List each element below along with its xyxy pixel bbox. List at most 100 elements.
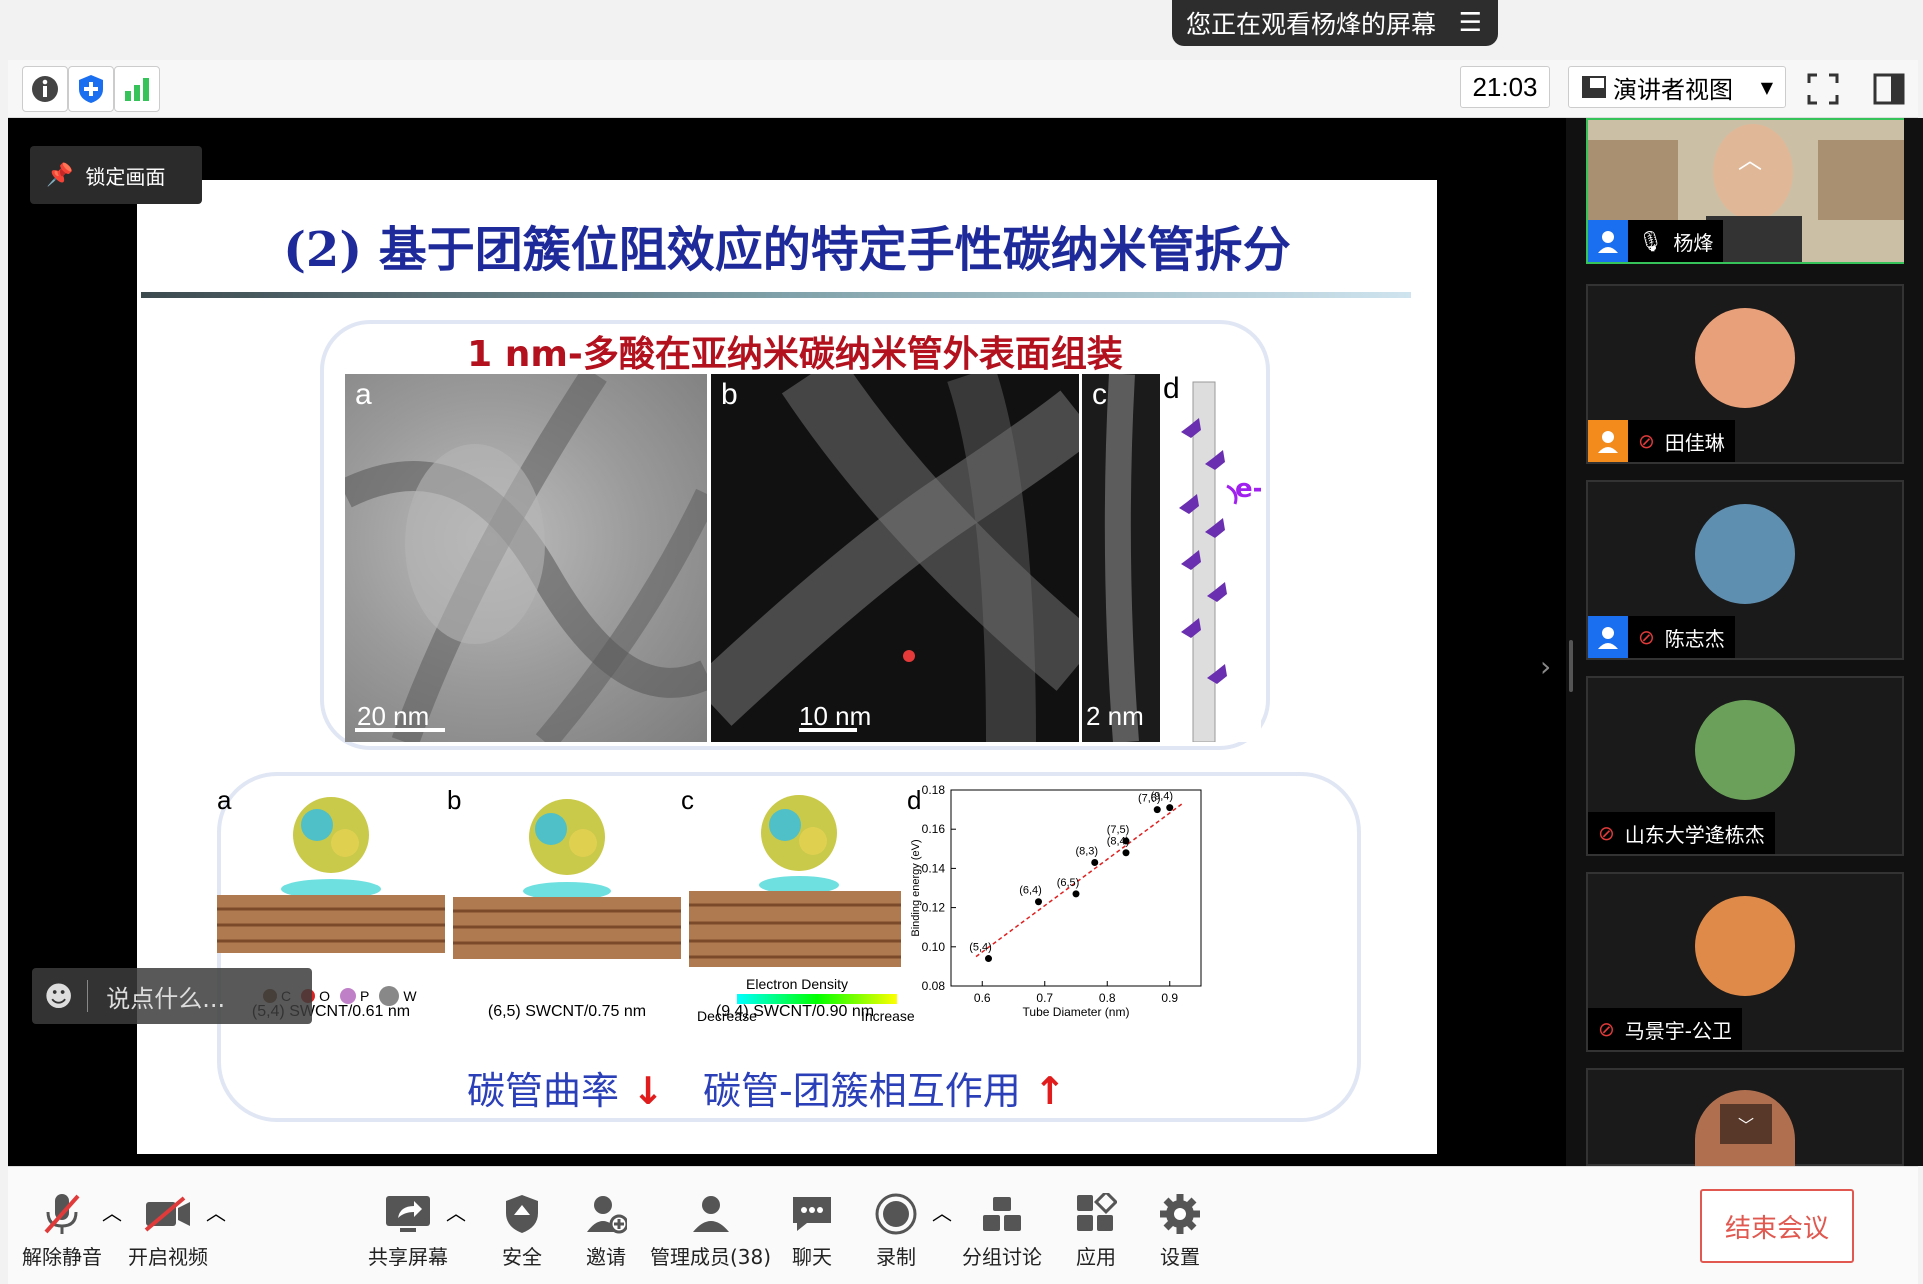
data-point-label: (8,4): [1107, 836, 1130, 848]
presentation-slide: (2) 基于团簇位阻效应的特定手性碳纳米管拆分 1 nm-多酸在亚纳米碳纳米管外…: [137, 180, 1437, 1154]
comment-input[interactable]: 说点什么...: [106, 979, 225, 1014]
microphone-icon: 🎙: [1638, 229, 1664, 253]
participant-card[interactable]: ⊘ 陈志杰: [1586, 480, 1904, 660]
tem-image-c: c 2 nm: [1082, 374, 1160, 742]
structure-caption: (6,5) SWCNT/0.75 nm: [487, 1003, 647, 1020]
participant-name-tag: ⊘ 田佳琳: [1588, 420, 1735, 462]
fullscreen-icon: [1807, 73, 1839, 105]
share-screen-button[interactable]: 共享屏幕: [368, 1191, 448, 1270]
density-low-label: Decrease: [697, 1008, 757, 1024]
participant-card[interactable]: ⊘ 马景宇-公卫: [1586, 872, 1904, 1052]
scale-bar-label: 2 nm: [1086, 701, 1144, 731]
chevron-up-icon[interactable]: ︿: [206, 1197, 226, 1226]
data-point-label: (7,5): [1107, 824, 1130, 836]
apps-grid-icon: [1070, 1191, 1122, 1237]
mic-muted-icon: ⊘: [1638, 429, 1655, 453]
fullscreen-button[interactable]: [1800, 66, 1846, 112]
collapse-arrow-icon[interactable]: ›: [1540, 650, 1551, 683]
meeting-timer: 21:03: [1460, 66, 1550, 108]
user-icon: [1588, 420, 1628, 462]
scale-bar: [799, 728, 857, 732]
participant-name-tag: ⊘ 陈志杰: [1588, 616, 1735, 658]
record-icon: [870, 1191, 922, 1237]
view-mode-label: 演讲者视图: [1613, 75, 1733, 104]
view-mode-select[interactable]: 演讲者视图 ▼: [1568, 66, 1786, 108]
y-tick-label: 0.12: [922, 901, 946, 915]
sharing-banner-text: 您正在观看杨烽的屏幕: [1186, 10, 1437, 39]
end-meeting-button[interactable]: 结束会议: [1700, 1189, 1854, 1263]
speaker-view-icon: [1582, 76, 1606, 98]
share-screen-icon: [382, 1191, 434, 1237]
density-gradient: [737, 994, 897, 1004]
chevron-up-icon[interactable]: ︿: [932, 1197, 952, 1226]
user-icon: [1588, 220, 1628, 262]
info-button[interactable]: [22, 66, 68, 112]
chevron-up-icon[interactable]: ︿: [102, 1197, 122, 1226]
manage-members-button[interactable]: 管理成员(38): [650, 1191, 771, 1270]
participant-card-presenter[interactable]: ︿ 🎙 杨烽: [1586, 118, 1904, 264]
chat-icon: [786, 1191, 838, 1237]
breakout-rooms-button[interactable]: 分组讨论: [962, 1191, 1042, 1270]
arrow-up-icon: ↑: [1020, 1069, 1066, 1113]
x-tick-label: 0.7: [1036, 991, 1053, 1005]
unmute-button[interactable]: 解除静音: [22, 1191, 102, 1270]
sharing-banner[interactable]: 您正在观看杨烽的屏幕 ☰: [1172, 0, 1498, 46]
participant-card[interactable]: ⊘ 山东大学逄栋杰: [1586, 676, 1904, 856]
record-button[interactable]: 录制: [870, 1191, 922, 1270]
meeting-window: 您正在观看杨烽的屏幕 ☰ 21:03 演讲者视图 ▼ (2) 基于团簇位阻效应的…: [0, 0, 1923, 1284]
data-point-label: (6,4): [1019, 885, 1042, 897]
y-tick-label: 0.10: [922, 940, 946, 954]
participant-card-partial[interactable]: ﹀: [1586, 1068, 1904, 1168]
sidebar-toggle-button[interactable]: [1866, 66, 1912, 112]
breakout-icon: [976, 1191, 1028, 1237]
start-video-button[interactable]: 开启视频: [128, 1191, 208, 1270]
emoji-icon[interactable]: ☻: [44, 980, 73, 1013]
add-user-icon: [580, 1191, 632, 1237]
caption-curvature: 碳管曲率 ↓: [467, 1069, 665, 1113]
scroll-down-icon[interactable]: ﹀: [1720, 1104, 1772, 1144]
avatar: [1695, 700, 1795, 800]
binding-energy-chart: 0.6 0.7 0.8 0.9 0.08 0.10 0.12 0.14 0.16 0.18 Tube…: [910, 783, 1202, 1019]
security-button[interactable]: 安全: [496, 1191, 548, 1270]
data-point: [1091, 859, 1099, 867]
electron-annotation: e-: [1235, 474, 1261, 504]
top-toolbar: 21:03 演讲者视图 ▼: [8, 60, 1918, 118]
data-point: [1035, 898, 1042, 906]
data-point-label: (5,4): [969, 942, 992, 954]
structure-b: b (6,5) SWCNT/0.75 nm: [447, 785, 681, 1020]
scroll-up-icon[interactable]: ︿: [1738, 140, 1762, 175]
participant-card[interactable]: ⊘ 田佳琳: [1586, 284, 1904, 464]
y-tick-label: 0.08: [922, 979, 946, 993]
mic-muted-icon: ⊘: [1638, 625, 1655, 649]
chevron-up-icon[interactable]: ︿: [446, 1197, 466, 1226]
user-icon: [1588, 616, 1628, 658]
title-rule: [141, 292, 1411, 298]
participant-name-tag: ⊘ 山东大学逄栋杰: [1588, 812, 1775, 854]
chat-button[interactable]: 聊天: [786, 1191, 838, 1270]
list-icon[interactable]: ☰: [1459, 8, 1482, 38]
apps-button[interactable]: 应用: [1070, 1191, 1122, 1270]
participant-name-tag: 🎙 杨烽: [1588, 220, 1724, 262]
data-point: [1153, 806, 1161, 814]
arrow-down-icon: ↓: [619, 1069, 665, 1113]
electron-density-title: Electron Density: [746, 976, 848, 992]
tem-box-title: 1 nm-多酸在亚纳米碳纳米管外表面组装: [467, 334, 1123, 375]
slide-title: (2) 基于团簇位阻效应的特定手性碳纳米管拆分: [283, 222, 1291, 278]
lock-view-label: 锁定画面: [85, 164, 166, 189]
lock-view-button[interactable]: 📌 锁定画面: [30, 146, 202, 204]
comment-bar[interactable]: ☻ 说点什么...: [32, 968, 312, 1024]
x-axis-label: Tube Diameter (nm): [1023, 1005, 1130, 1019]
settings-button[interactable]: 设置: [1154, 1191, 1206, 1270]
shield-icon: [496, 1191, 548, 1237]
data-point: [1166, 804, 1174, 812]
panel-resize-handle[interactable]: [1569, 640, 1573, 692]
gear-icon: [1154, 1191, 1206, 1237]
panel-right-icon: [1873, 73, 1905, 105]
y-tick-label: 0.18: [922, 783, 946, 797]
invite-button[interactable]: 邀请: [580, 1191, 632, 1270]
security-shield-button[interactable]: [68, 66, 114, 112]
schematic-d: d e-: [1161, 374, 1261, 742]
network-status-button[interactable]: [114, 66, 160, 112]
tem-image-b: b 10 nm: [711, 374, 1079, 742]
mic-muted-icon: ⊘: [1598, 821, 1615, 845]
